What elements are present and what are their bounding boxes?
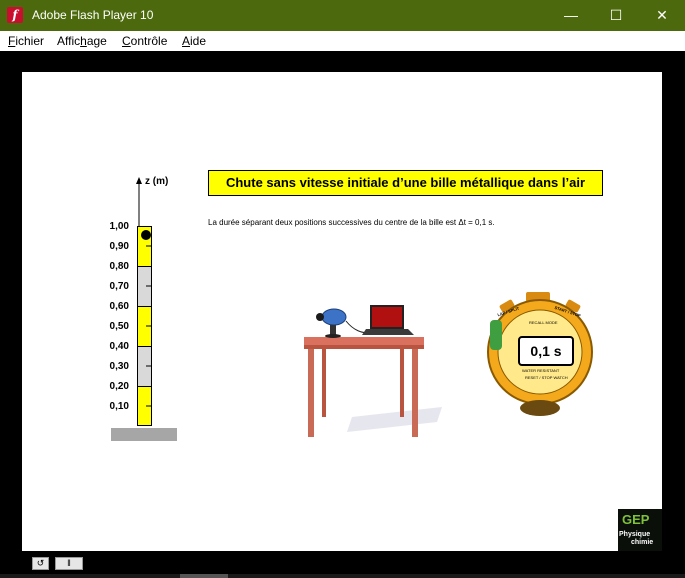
z-axis-label: z (m) <box>145 176 169 187</box>
stopwatch-recall-label: RECALL MODE <box>529 320 558 325</box>
experiment-title: Chute sans vitesse initiale d’une bille … <box>208 170 603 196</box>
ruler-tick-label: 0,50 <box>109 321 129 332</box>
ruler-tick-label: 0,60 <box>109 301 129 312</box>
ruler-tick-label: 0,90 <box>109 241 129 252</box>
menu-affichage[interactable]: Affichage <box>57 34 107 48</box>
stopwatch-reset-label: RESET / STOP WATCH <box>525 375 568 380</box>
ruler-tick-label: 1,00 <box>109 221 129 232</box>
table-shadow <box>347 407 442 432</box>
ruler-tick-label: 0,10 <box>109 401 129 412</box>
menu-affichage-prefix: Affic <box>57 34 81 48</box>
gep-logo: GEP Physique chimie <box>618 509 662 551</box>
title-bar: f Adobe Flash Player 10 — ☐ ✕ <box>0 0 685 31</box>
menu-fichier-rest: ichier <box>15 34 45 48</box>
ruler-base <box>111 428 177 441</box>
close-button[interactable]: ✕ <box>639 0 685 31</box>
menu-aide-accel: A <box>182 34 191 48</box>
stopwatch-display: 0,1 s <box>518 336 574 366</box>
menu-bar: Fichier Affichage Contrôle Aide <box>0 31 685 51</box>
ruler-tick-label: 0,20 <box>109 381 129 392</box>
menu-controle[interactable]: Contrôle <box>122 34 167 48</box>
scroll-track <box>0 574 685 578</box>
flash-stage[interactable]: z (m) 1,00 0,90 0,80 0,70 0,60 0,50 0,40… <box>22 72 662 551</box>
menu-aide-rest: ide <box>190 34 207 48</box>
menu-aide[interactable]: Aide <box>182 34 206 48</box>
window-title: Adobe Flash Player 10 <box>32 8 154 22</box>
table-leg <box>412 349 418 437</box>
menu-affichage-accel: h <box>80 34 87 48</box>
flash-app-icon: f <box>7 7 23 23</box>
menu-affichage-rest: age <box>86 34 107 48</box>
ruler-tick-label: 0,30 <box>109 361 129 372</box>
z-axis-arrow-icon <box>136 177 142 184</box>
stopwatch-water-label: WATER RESISTANT <box>522 368 560 373</box>
menu-controle-accel: C <box>122 34 131 48</box>
metal-ball <box>141 230 151 240</box>
gep-logo-title: GEP <box>622 512 650 527</box>
gep-logo-line2: chimie <box>631 539 654 546</box>
stopwatch-green-band <box>490 320 502 350</box>
laptop-icon <box>362 305 414 335</box>
maximize-button[interactable]: ☐ <box>593 0 639 31</box>
rewind-button[interactable]: ↺ <box>32 557 49 570</box>
table-leg <box>400 349 404 417</box>
minimize-button[interactable]: — <box>548 0 594 31</box>
gep-logo-subtitle: Physique chimie <box>619 531 653 547</box>
stopwatch-base <box>520 400 560 416</box>
ruler-tick-label: 0,80 <box>109 261 129 272</box>
menu-controle-rest: ontrôle <box>130 34 168 48</box>
table-laptop-illustration <box>304 305 442 437</box>
scroll-thumb[interactable] <box>180 574 228 578</box>
pause-button[interactable]: ‖ <box>55 557 83 570</box>
table-leg <box>308 349 314 437</box>
ruler-ticks-svg <box>146 245 151 407</box>
gep-logo-line1: Physique <box>619 531 651 538</box>
experiment-description: La durée séparant deux positions success… <box>208 218 495 227</box>
menu-fichier[interactable]: Fichier <box>8 34 44 48</box>
ruler-tick-label: 0,70 <box>109 281 129 292</box>
table-leg <box>322 349 326 417</box>
webcam-icon <box>316 308 347 338</box>
ruler-tick-label: 0,40 <box>109 341 129 352</box>
table-top <box>304 337 424 345</box>
